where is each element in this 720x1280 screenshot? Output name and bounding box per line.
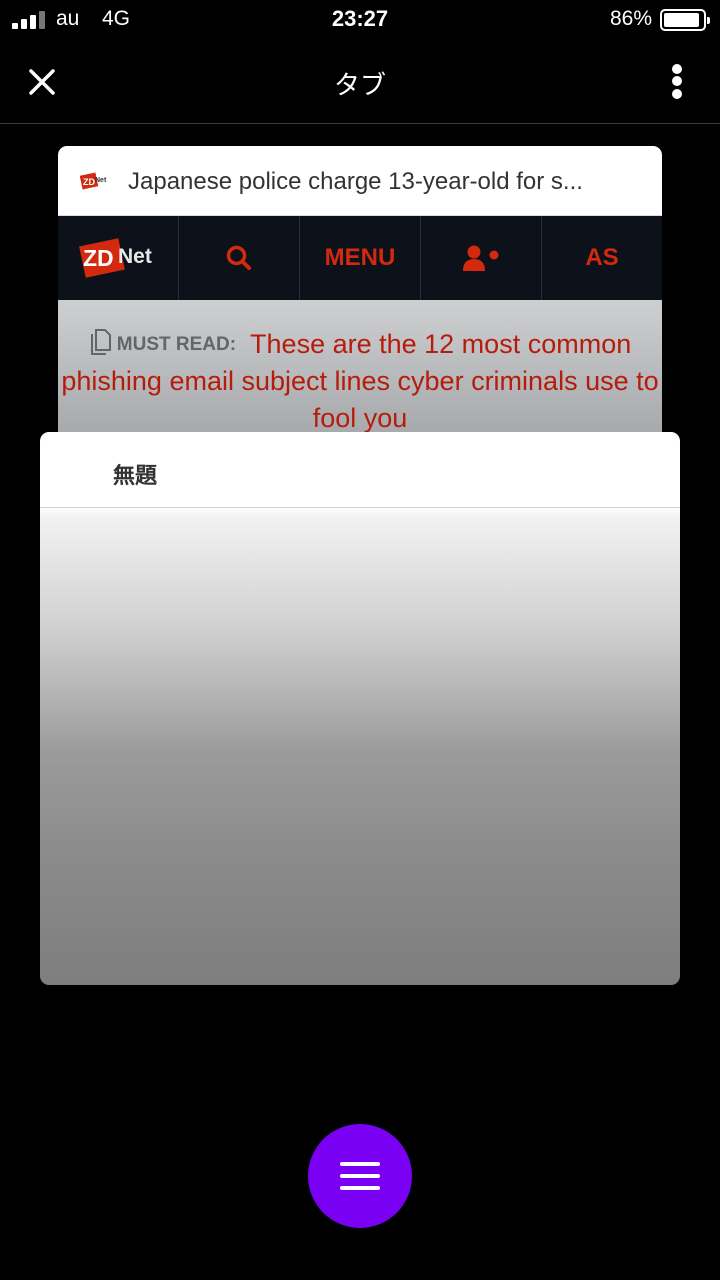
tab-header: 無題 bbox=[40, 432, 680, 508]
tab-title: Japanese police charge 13-year-old for s… bbox=[128, 168, 583, 195]
tab-header: ZD Net Japanese police charge 13-year-ol… bbox=[58, 146, 662, 216]
site-menu-button: MENU bbox=[300, 216, 421, 300]
site-account-button bbox=[421, 216, 542, 300]
svg-text:ZD: ZD bbox=[83, 245, 114, 271]
status-bar: au 4G 23:27 86% bbox=[0, 0, 720, 40]
zdnet-logo: ZD Net bbox=[79, 238, 152, 278]
site-nav: ZD Net MENU AS bbox=[58, 216, 662, 300]
nav-bar: タブ bbox=[0, 40, 720, 124]
zdnet-favicon-icon: ZD Net bbox=[80, 172, 107, 190]
svg-text:Net: Net bbox=[118, 245, 152, 268]
svg-text:ZD: ZD bbox=[83, 177, 95, 187]
document-icon bbox=[90, 329, 111, 355]
battery-percent: 86% bbox=[609, 7, 652, 30]
site-edition-button: AS bbox=[585, 244, 619, 271]
svg-text:Net: Net bbox=[95, 177, 107, 184]
close-icon bbox=[29, 69, 55, 95]
tab-card-untitled[interactable]: 無題 bbox=[40, 432, 680, 985]
tab-menu-button[interactable] bbox=[308, 1124, 412, 1228]
battery-icon bbox=[660, 9, 710, 31]
must-read-banner: MUST READ: These are the 12 most common p… bbox=[58, 300, 662, 446]
tab-title: 無題 bbox=[113, 463, 158, 488]
user-icon bbox=[463, 245, 499, 271]
site-logo: ZD Net bbox=[58, 216, 179, 300]
page-title: タブ bbox=[333, 70, 386, 100]
site-search-button bbox=[179, 216, 300, 300]
must-read-label: MUST READ: bbox=[116, 334, 237, 355]
search-icon bbox=[226, 245, 251, 270]
more-options-button[interactable] bbox=[658, 62, 698, 102]
close-button[interactable] bbox=[22, 62, 62, 102]
tab-card-zdnet[interactable]: ZD Net Japanese police charge 13-year-ol… bbox=[58, 146, 662, 446]
